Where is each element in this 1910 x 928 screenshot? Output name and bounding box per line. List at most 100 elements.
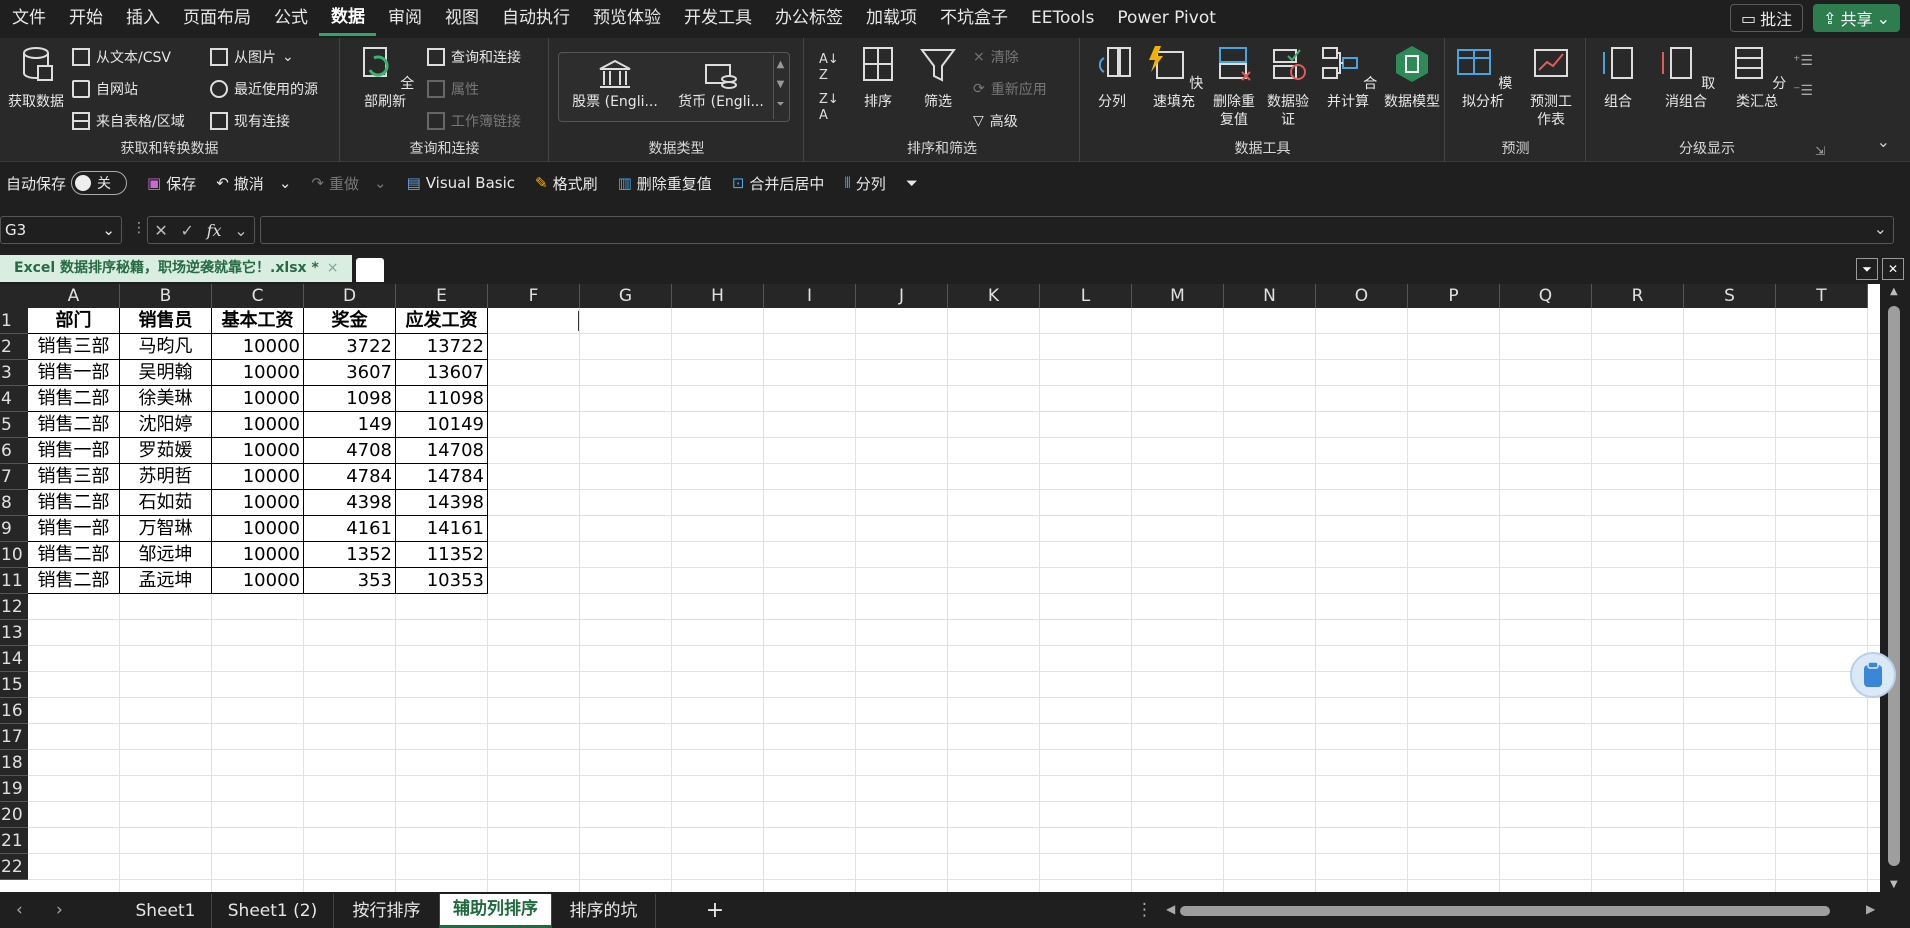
table-cell[interactable]: 销售二部 (28, 568, 120, 594)
table-cell[interactable]: 10000 (212, 516, 304, 542)
table-cell[interactable]: 马昀凡 (120, 334, 212, 360)
column-header[interactable]: R (1592, 284, 1684, 308)
table-cell[interactable]: 10000 (212, 542, 304, 568)
row-header[interactable]: 11 (0, 568, 28, 594)
menu-page-layout[interactable]: 页面布局 (171, 0, 262, 36)
table-cell[interactable]: 14398 (396, 490, 488, 516)
row-header[interactable]: 19 (0, 776, 28, 802)
menu-insert[interactable]: 插入 (114, 0, 171, 36)
table-cell[interactable]: 1098 (304, 386, 396, 412)
forecast-sheet-button[interactable]: 预测工作表 (1520, 44, 1582, 129)
menu-automate[interactable]: 自动执行 (490, 0, 581, 36)
flash-fill-button[interactable]: 快速填充 (1141, 44, 1207, 111)
column-header[interactable]: H (672, 284, 764, 308)
sheet-tab-helper-sort[interactable]: 辅助列排序 (440, 894, 552, 928)
table-cell[interactable]: 14784 (396, 464, 488, 490)
workbook-links-button[interactable]: 工作簿链接 (427, 108, 521, 134)
redo-button[interactable]: ↷ 重做 ⌄ (301, 173, 396, 194)
formula-input[interactable]: ⌄ (260, 216, 1894, 244)
menu-data[interactable]: 数据 (319, 0, 376, 36)
row-header[interactable]: 13 (0, 620, 28, 646)
sort-az-button[interactable]: A↓ Z (819, 52, 839, 84)
menu-review[interactable]: 审阅 (376, 0, 433, 36)
row-header[interactable]: 8 (0, 490, 28, 516)
table-cell[interactable]: 14708 (396, 438, 488, 464)
scroll-down-icon[interactable]: ▼ (1890, 879, 1898, 890)
table-cell[interactable]: 销售一部 (28, 438, 120, 464)
table-cell[interactable]: 沈阳婷 (120, 412, 212, 438)
autosave-toggle[interactable]: 关 (71, 171, 128, 195)
recent-sources-button[interactable]: 最近使用的源 (210, 76, 318, 102)
sheet-tab-row-sort[interactable]: 按行排序 (334, 894, 440, 928)
row-header[interactable]: 1 (0, 308, 28, 334)
column-header[interactable]: N (1224, 284, 1316, 308)
confirm-icon[interactable]: ✓ (180, 221, 193, 240)
table-cell[interactable]: 10000 (212, 464, 304, 490)
column-header[interactable]: S (1684, 284, 1776, 308)
column-header[interactable]: Q (1500, 284, 1592, 308)
row-header[interactable]: 6 (0, 438, 28, 464)
column-header[interactable]: E (396, 284, 488, 308)
row-header[interactable]: 18 (0, 750, 28, 776)
undo-button[interactable]: ↶ 撤消 ⌄ (206, 173, 301, 194)
column-header[interactable]: J (856, 284, 948, 308)
remove-duplicates-button[interactable]: 删除重复值 (1209, 44, 1259, 129)
menu-preview[interactable]: 预览体验 (581, 0, 672, 36)
menu-developer[interactable]: 开发工具 (672, 0, 763, 36)
table-cell[interactable]: 149 (304, 412, 396, 438)
row-header[interactable]: 10 (0, 542, 28, 568)
table-cell[interactable]: 苏明哲 (120, 464, 212, 490)
what-if-analysis-button[interactable]: 模拟分析 (1450, 44, 1516, 111)
column-header[interactable]: A (28, 284, 120, 308)
row-header[interactable]: 3 (0, 360, 28, 386)
row-header[interactable]: 12 (0, 594, 28, 620)
sort-za-button[interactable]: Z↓ A (819, 92, 839, 124)
from-text-csv-button[interactable]: 从文本/CSV (72, 44, 171, 70)
table-cell[interactable]: 销售二部 (28, 542, 120, 568)
new-tab-button[interactable] (356, 258, 384, 282)
column-header[interactable]: P (1408, 284, 1500, 308)
column-header[interactable]: F (488, 284, 580, 308)
table-cell[interactable]: 10000 (212, 490, 304, 516)
table-cell[interactable]: 销售三部 (28, 334, 120, 360)
reapply-button[interactable]: ⟳ 重新应用 (973, 76, 1047, 102)
column-header[interactable]: B (120, 284, 212, 308)
sheet-tab-sheet1-2[interactable]: Sheet1 (2) (212, 894, 334, 928)
table-cell[interactable]: 销售一部 (28, 516, 120, 542)
row-header[interactable]: 7 (0, 464, 28, 490)
table-cell[interactable]: 4708 (304, 438, 396, 464)
table-cell[interactable]: 13607 (396, 360, 488, 386)
table-cell[interactable]: 353 (304, 568, 396, 594)
ungroup-button[interactable]: 取消组合 (1651, 44, 1721, 111)
table-cell[interactable]: 万智琳 (120, 516, 212, 542)
more-icon[interactable]: ⋮ (132, 220, 146, 236)
scroll-left-icon[interactable]: ◀ (1166, 902, 1175, 916)
table-cell[interactable]: 10353 (396, 568, 488, 594)
row-header[interactable]: 5 (0, 412, 28, 438)
stocks-datatype-button[interactable]: 股票 (Engli... (563, 59, 667, 111)
table-cell[interactable]: 10000 (212, 412, 304, 438)
vertical-scrollbar[interactable]: ▲ ▼ (1880, 284, 1910, 892)
column-header[interactable]: I (764, 284, 856, 308)
group-button[interactable]: 组合 (1591, 44, 1645, 111)
column-header[interactable]: G (580, 284, 672, 308)
table-cell[interactable]: 11098 (396, 386, 488, 412)
comments-button[interactable]: ▭ 批注 (1730, 4, 1804, 32)
table-header-cell[interactable]: 奖金 (304, 308, 396, 334)
advanced-filter-button[interactable]: ▽ 高级 (973, 108, 1018, 134)
tab-list-icon[interactable]: ⏷ (1856, 258, 1878, 280)
table-cell[interactable]: 销售二部 (28, 490, 120, 516)
close-icon[interactable]: × (327, 260, 339, 276)
insert-function-icon[interactable]: fx (207, 221, 222, 240)
table-cell[interactable]: 销售一部 (28, 360, 120, 386)
format-painter-button[interactable]: ✎ 格式刷 (525, 173, 608, 194)
queries-connections-button[interactable]: 查询和连接 (427, 44, 521, 70)
dialog-launcher-icon[interactable]: ⇲ (1815, 144, 1825, 158)
filter-button[interactable]: 筛选 (915, 44, 961, 111)
row-header[interactable]: 22 (0, 854, 28, 880)
menu-formulas[interactable]: 公式 (262, 0, 319, 36)
more-options-icon[interactable]: ⋮ (1136, 900, 1153, 920)
scroll-right-icon[interactable]: ▶ (1866, 902, 1875, 916)
menu-power-pivot[interactable]: Power Pivot (1105, 0, 1227, 36)
subtotal-button[interactable]: 分类汇总 (1723, 44, 1791, 111)
